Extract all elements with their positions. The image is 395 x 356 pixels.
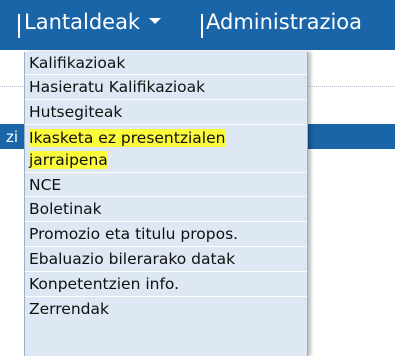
menu-administrazioa-label: Administrazioa	[206, 10, 363, 34]
menu-item-label: NCE	[29, 176, 62, 194]
menu-item-label: Zerrendak	[29, 300, 109, 318]
menubar-separator	[18, 14, 20, 38]
menu-administrazioa[interactable]: Administrazioa	[206, 10, 362, 34]
menu-item-ikasketa-ez-presentzialen[interactable]: Ikasketa ez presentzialen jarraipena	[25, 125, 307, 173]
menu-lantaldeak-label: Lantaldeak	[24, 10, 141, 34]
menu-item-hutsegiteak[interactable]: Hutsegiteak	[25, 100, 307, 125]
menu-item-hasieratu-kalifikazioak[interactable]: Hasieratu Kalifikazioak	[25, 75, 307, 100]
menu-item-kalifikazioak[interactable]: Kalifikazioak	[25, 52, 307, 75]
menu-item-label: Konpetentzien info.	[29, 275, 180, 293]
menu-item-boletinak[interactable]: Boletinak	[25, 197, 307, 222]
menu-item-label: Boletinak	[29, 200, 102, 218]
menu-item-ebaluazio[interactable]: Ebaluazio bilerarako datak	[25, 247, 307, 272]
menu-item-label: Promozio eta titulu propos.	[29, 225, 239, 243]
menu-item-konpetentzien[interactable]: Konpetentzien info.	[25, 272, 307, 297]
menu-item-label: Hutsegiteak	[29, 103, 123, 121]
top-menubar: Lantaldeak Administrazioa	[0, 0, 395, 50]
menu-item-label: Ebaluazio bilerarako datak	[29, 250, 236, 268]
menu-item-label: Kalifikazioak	[29, 54, 126, 72]
menu-lantaldeak[interactable]: Lantaldeak	[24, 10, 162, 34]
chevron-down-icon	[149, 18, 162, 24]
menu-item-nce[interactable]: NCE	[25, 173, 307, 197]
menubar-separator	[201, 14, 203, 38]
menu-item-zerrendak[interactable]: Zerrendak	[25, 297, 307, 322]
menu-item-promozio[interactable]: Promozio eta titulu propos.	[25, 222, 307, 247]
menu-item-label-line1: Ikasketa ez presentzialen	[29, 129, 226, 147]
menu-item-label-line2: jarraipena	[29, 151, 108, 169]
section-band-text: zi	[6, 128, 19, 146]
lantaldeak-dropdown-menu: Kalifikazioak Hasieratu Kalifikazioak Hu…	[24, 52, 308, 356]
menu-item-label: Hasieratu Kalifikazioak	[29, 78, 206, 96]
